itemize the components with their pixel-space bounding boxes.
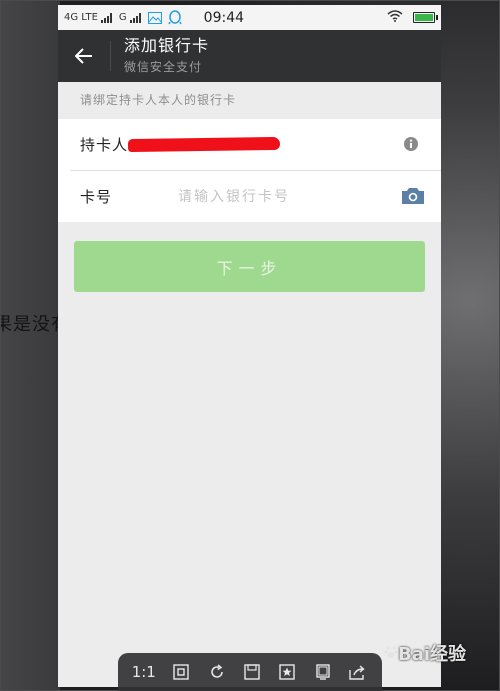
battery-icon [413, 12, 438, 23]
next-button[interactable]: 下一步 [74, 241, 425, 292]
network-label-1: 4G LTE [64, 12, 98, 23]
qq-icon [168, 9, 182, 26]
info-icon[interactable] [403, 136, 419, 156]
card-number-row: 卡号 [70, 170, 441, 222]
form-hint: 请绑定持卡人本人的银行卡 [80, 93, 237, 107]
baidu-watermark: Bai经验 [384, 640, 466, 666]
phone-screen: 4G LTE G 09:44 添加银行卡 微信安全支付 请绑定持卡人本人的银行卡… [58, 5, 441, 687]
backdrop-left-panel: 果是没有 [0, 0, 69, 691]
page-subtitle: 微信安全支付 [124, 60, 203, 74]
redacted-name [127, 136, 281, 153]
favorite-icon[interactable] [277, 662, 297, 682]
card-form: 持卡人 卡号 [58, 119, 441, 222]
page-title: 添加银行卡 [124, 36, 210, 55]
holder-row: 持卡人 [58, 119, 441, 170]
fit-screen-icon[interactable] [171, 662, 191, 682]
network-label-2: G [118, 12, 127, 23]
actual-size-button[interactable]: 1:1 [132, 663, 156, 681]
title-bar: 添加银行卡 微信安全支付 [58, 30, 441, 82]
rotate-icon[interactable] [207, 662, 227, 682]
signal-icon-2 [129, 12, 142, 23]
camera-icon[interactable] [401, 187, 425, 209]
signal-icon [100, 12, 113, 23]
network-indicator-2: G [119, 12, 142, 23]
share-icon[interactable] [348, 662, 368, 682]
card-number-label: 卡号 [80, 188, 113, 206]
wifi-icon [387, 10, 403, 25]
paw-icon [384, 643, 398, 664]
fullscreen-icon[interactable] [313, 662, 333, 682]
network-indicator-1: 4G LTE [64, 12, 113, 23]
back-arrow-icon[interactable] [58, 30, 110, 82]
status-time: 09:44 [203, 9, 245, 26]
watermark-text: Bai经验 [398, 644, 467, 665]
title-divider [110, 41, 111, 71]
card-number-input[interactable] [178, 188, 368, 205]
gallery-icon [147, 11, 162, 24]
image-viewer-toolbar: 1:1 [118, 653, 382, 691]
status-bar: 4G LTE G 09:44 [58, 5, 441, 30]
save-icon[interactable] [242, 662, 262, 682]
